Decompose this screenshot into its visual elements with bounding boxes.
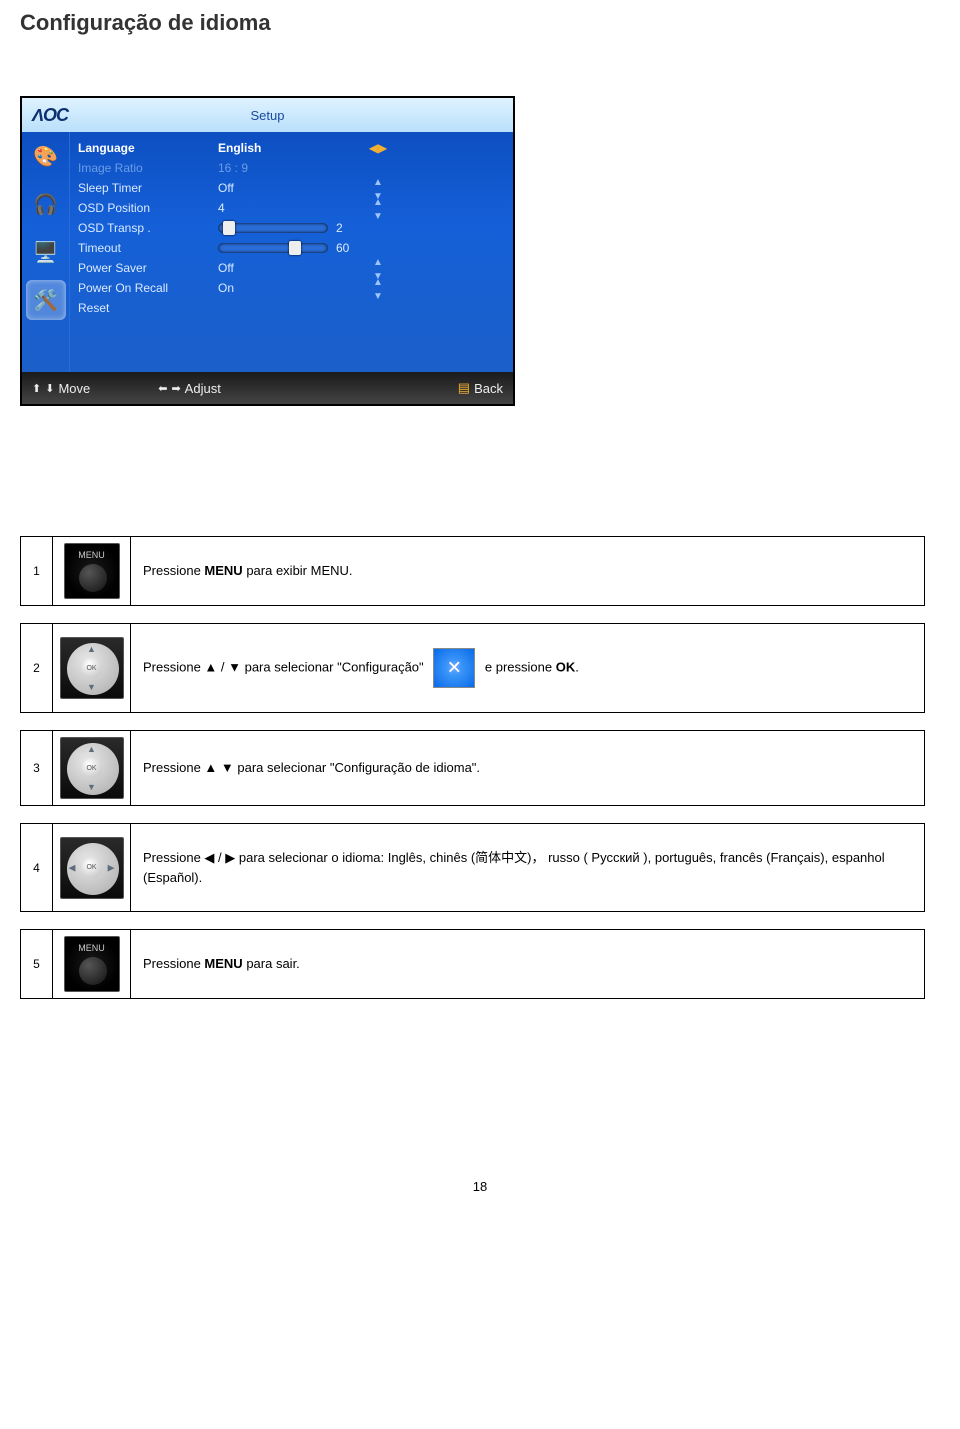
osd-item-value: On <box>218 281 358 295</box>
step-button-cell: MENU <box>53 930 131 999</box>
osd-item-value: 4 <box>218 201 358 215</box>
table-row: 5 MENU Pressione MENU para sair. <box>21 930 925 999</box>
osd-item-value: 2 <box>218 221 358 235</box>
osd-item-value: English <box>218 141 358 155</box>
step-text: Pressione ▲ ▼ para selecionar "Configura… <box>131 731 925 806</box>
osd-menu-item: OSD Position4▲▼ <box>78 198 513 218</box>
osd-menu-list: LanguageEnglish◀▶Image Ratio16 : 9Sleep … <box>70 132 513 372</box>
osd-item-indicator-icon: ▲▼ <box>358 194 398 222</box>
osd-screenshot: ΛOC Setup 🎨 🎧 🖥️ 🛠️ LanguageEnglish◀▶Ima… <box>20 96 515 406</box>
slider-value: 60 <box>336 241 349 255</box>
dpad-icon: ◀▶ OK <box>60 837 124 899</box>
osd-item-indicator-icon: ▲▼ <box>358 274 398 302</box>
slider-knob-icon <box>223 221 235 235</box>
step-text: Pressione MENU para exibir MENU. <box>131 537 925 606</box>
table-row: 3 ▲▼ OK Pressione ▲ ▼ para selecionar "C… <box>21 731 925 806</box>
dpad-icon: ▲▼ OK <box>60 737 124 799</box>
page-title: Configuração de idioma <box>20 10 940 36</box>
osd-item-label: Language <box>78 141 218 155</box>
osd-item-label: Power Saver <box>78 261 218 275</box>
osd-item-value: 16 : 9 <box>218 161 358 175</box>
osd-sidecat-picture-icon: 🎨 <box>26 136 66 176</box>
osd-item-value: Off <box>218 261 358 275</box>
osd-menu-item: Reset <box>78 298 513 318</box>
osd-body: 🎨 🎧 🖥️ 🛠️ LanguageEnglish◀▶Image Ratio16… <box>22 132 513 372</box>
osd-item-value: 60 <box>218 241 358 255</box>
table-row: 4 ◀▶ OK Pressione ◀ / ▶ para selecionar … <box>21 824 925 912</box>
steps-table: 1 MENU Pressione MENU para exibir MENU. … <box>20 536 925 999</box>
list-icon: ▤ <box>458 380 470 396</box>
osd-item-label: Sleep Timer <box>78 181 218 195</box>
osd-item-indicator-icon: ◀▶ <box>358 141 398 155</box>
osd-menu-item: OSD Transp . 2 <box>78 218 513 238</box>
step-number: 3 <box>21 731 53 806</box>
osd-item-value: Off <box>218 181 358 195</box>
left-arrow-icon: ⬅ <box>158 382 167 395</box>
osd-item-label: Timeout <box>78 241 218 255</box>
table-row: 1 MENU Pressione MENU para exibir MENU. <box>21 537 925 606</box>
osd-footer-adjust: ⬅ ➡ Adjust <box>158 381 221 396</box>
osd-menu-item: LanguageEnglish◀▶ <box>78 138 513 158</box>
down-arrow-icon: ⬇ <box>45 382 54 395</box>
osd-menu-item: Timeout 60 <box>78 238 513 258</box>
step-button-cell: ▲▼ OK <box>53 731 131 806</box>
osd-footer-move: ⬆ ⬇ Move <box>32 381 90 396</box>
osd-footer-back: ▤ Back <box>458 380 503 396</box>
osd-menu-item: Image Ratio16 : 9 <box>78 158 513 178</box>
osd-sidecat-setup-icon: 🛠️ <box>26 280 66 320</box>
osd-footer-back-label: Back <box>474 381 503 396</box>
step-text: Pressione ▲ / ▼ para selecionar "Configu… <box>131 624 925 713</box>
slider-track-icon <box>218 223 328 233</box>
osd-item-label: OSD Position <box>78 201 218 215</box>
dpad-icon: ▲▼ OK <box>60 637 124 699</box>
osd-menu-item: Power On RecallOn▲▼ <box>78 278 513 298</box>
step-number: 4 <box>21 824 53 912</box>
osd-item-label: Image Ratio <box>78 161 218 175</box>
step-number: 5 <box>21 930 53 999</box>
osd-footer-move-label: Move <box>58 381 90 396</box>
osd-menu-item: Power SaverOff▲▼ <box>78 258 513 278</box>
osd-header: ΛOC Setup <box>22 98 513 132</box>
osd-sidebar: 🎨 🎧 🖥️ 🛠️ <box>22 132 70 372</box>
osd-item-label: OSD Transp . <box>78 221 218 235</box>
menu-button-icon: MENU <box>64 543 120 599</box>
page-number: 18 <box>20 1179 940 1194</box>
osd-item-label: Power On Recall <box>78 281 218 295</box>
setup-thumbnail-icon <box>433 648 475 688</box>
osd-footer: ⬆ ⬇ Move ⬅ ➡ Adjust ▤ Back <box>22 372 513 404</box>
step-text: Pressione ◀ / ▶ para selecionar o idioma… <box>131 824 925 912</box>
menu-button-icon: MENU <box>64 936 120 992</box>
step-number: 1 <box>21 537 53 606</box>
table-row: 2 ▲▼ OK Pressione ▲ / ▼ para selecionar … <box>21 624 925 713</box>
step-number: 2 <box>21 624 53 713</box>
osd-menu-item: Sleep TimerOff▲▼ <box>78 178 513 198</box>
osd-item-label: Reset <box>78 301 218 315</box>
slider-track-icon <box>218 243 328 253</box>
osd-sidecat-audio-icon: 🎧 <box>26 184 66 224</box>
slider-value: 2 <box>336 221 343 235</box>
right-arrow-icon: ➡ <box>171 382 180 395</box>
step-text: Pressione MENU para sair. <box>131 930 925 999</box>
osd-logo: ΛOC <box>32 105 68 126</box>
step-button-cell: ▲▼ OK <box>53 624 131 713</box>
osd-tab-label: Setup <box>251 108 285 123</box>
step-button-cell: ◀▶ OK <box>53 824 131 912</box>
step-button-cell: MENU <box>53 537 131 606</box>
slider-knob-icon <box>289 241 301 255</box>
osd-sidecat-pc-icon: 🖥️ <box>26 232 66 272</box>
osd-footer-adjust-label: Adjust <box>185 381 221 396</box>
up-arrow-icon: ⬆ <box>32 382 41 395</box>
